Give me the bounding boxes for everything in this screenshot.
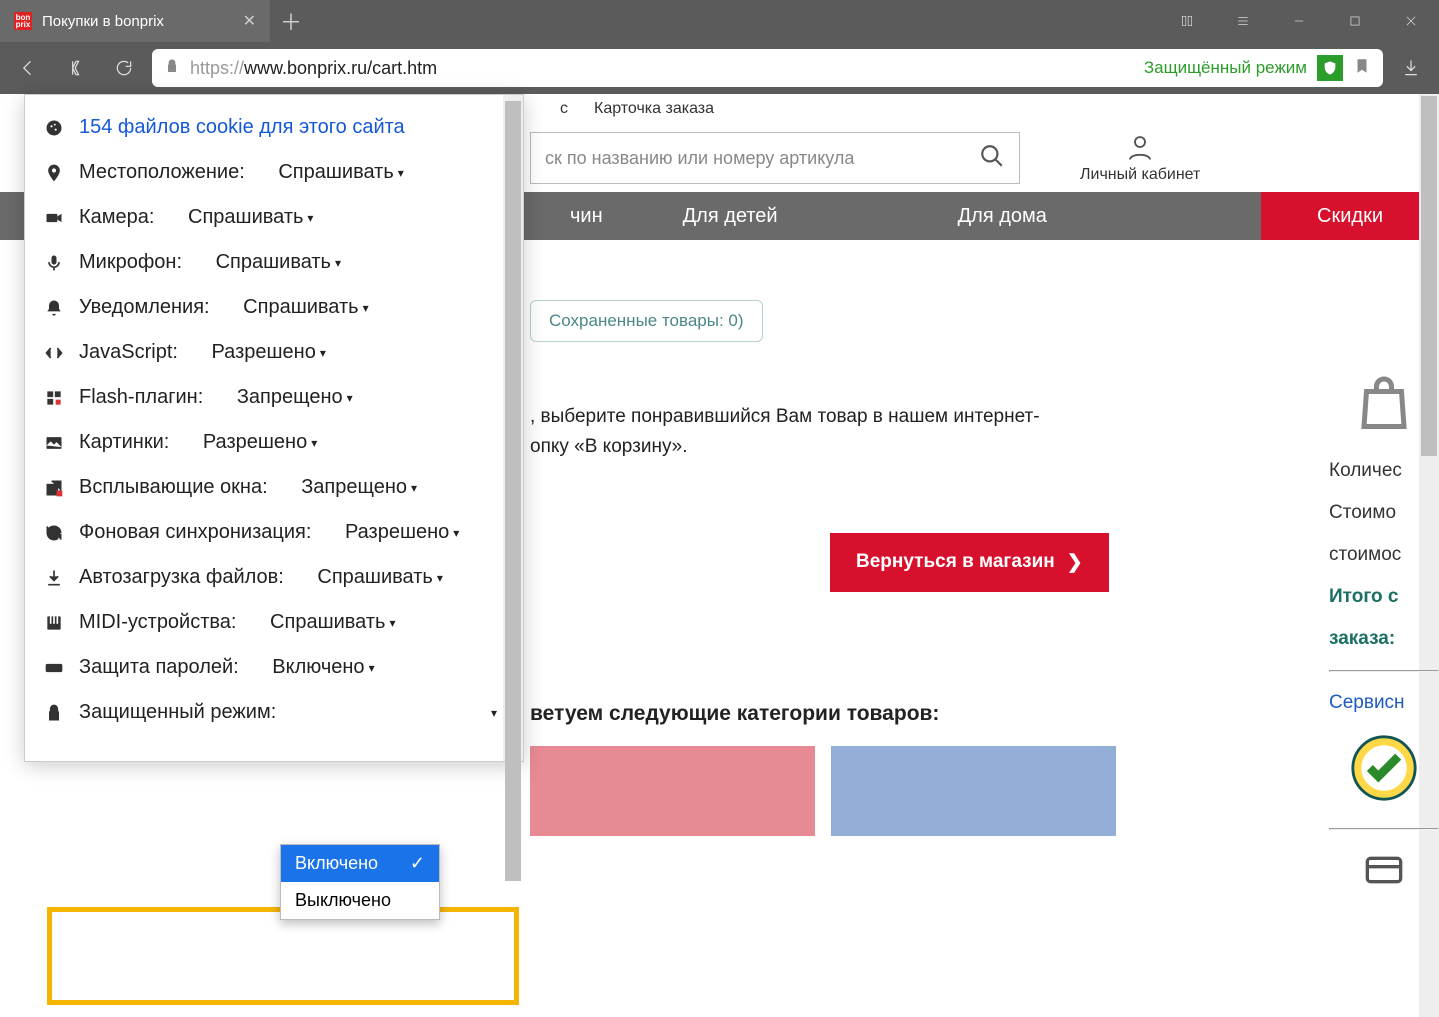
perm-row-popups[interactable]: Всплывающие окна: Запрещено▾ bbox=[25, 465, 523, 510]
card-icon bbox=[1358, 850, 1410, 896]
reading-mode-icon[interactable] bbox=[1159, 0, 1215, 42]
category-item[interactable]: Для дома bbox=[918, 192, 1087, 240]
new-tab-button[interactable]: ＋ bbox=[270, 0, 312, 42]
check-icon: ✓ bbox=[410, 853, 425, 874]
secure-mode-label: Защищённый режим bbox=[1144, 58, 1307, 78]
code-icon bbox=[43, 343, 65, 363]
perm-row-secure-mode[interactable]: Защищенный режим:▾ bbox=[25, 690, 523, 735]
bookmark-icon[interactable] bbox=[1353, 57, 1371, 80]
location-icon bbox=[43, 163, 65, 183]
lock-icon[interactable] bbox=[164, 58, 180, 79]
plugin-icon bbox=[43, 388, 65, 408]
midi-icon bbox=[43, 613, 65, 633]
recommendation-tile[interactable] bbox=[831, 746, 1116, 836]
saved-items-tab[interactable]: Сохраненные товары: 0) bbox=[530, 300, 763, 342]
dropdown-option-on[interactable]: Включено✓ bbox=[281, 845, 439, 882]
summary-cost-label: Стоимо bbox=[1329, 502, 1439, 524]
dropdown-option-off[interactable]: Выключено bbox=[281, 882, 439, 919]
search-placeholder: ск по названию или номеру артикула bbox=[545, 148, 854, 169]
password-icon bbox=[43, 658, 65, 678]
summary-qty-label: Количес bbox=[1329, 460, 1439, 482]
browser-toolbar: https://www.bonprix.ru/cart.htm Защищённ… bbox=[0, 42, 1439, 94]
perm-row-images[interactable]: Картинки: Разрешено▾ bbox=[25, 420, 523, 465]
minimize-button[interactable] bbox=[1271, 0, 1327, 42]
secure-mode-dropdown: Включено✓ Выключено bbox=[280, 844, 440, 920]
perm-row-flash[interactable]: Flash-плагин: Запрещено▾ bbox=[25, 375, 523, 420]
perm-row-microphone[interactable]: Микрофон: Спрашивать▾ bbox=[25, 240, 523, 285]
camera-icon bbox=[43, 208, 65, 228]
perm-row-password-protect[interactable]: Защита паролей: Включено▾ bbox=[25, 645, 523, 690]
search-input[interactable]: ск по названию или номеру артикула bbox=[530, 132, 1020, 184]
perm-row-auto-download[interactable]: Автозагрузка файлов: Спрашивать▾ bbox=[25, 555, 523, 600]
summary-order-label: заказа: bbox=[1329, 628, 1439, 650]
panel-scrollbar-thumb[interactable] bbox=[505, 101, 521, 881]
back-button[interactable] bbox=[8, 48, 48, 88]
popup-icon bbox=[43, 478, 65, 498]
lock-icon bbox=[43, 703, 65, 723]
recommendations-title: ветуем следующие категории товаров: bbox=[530, 702, 1439, 726]
empty-cart-message: , выберите понравившийся Вам товар в наш… bbox=[530, 402, 1439, 463]
cert-badge-icon bbox=[1350, 734, 1418, 808]
address-bar[interactable]: https://www.bonprix.ru/cart.htm Защищённ… bbox=[152, 49, 1383, 87]
order-summary-panel: Количес Стоимо стоимос Итого с заказа: С… bbox=[1329, 374, 1439, 896]
perm-row-camera[interactable]: Камера: Спрашивать▾ bbox=[25, 195, 523, 240]
category-item-sale[interactable]: Скидки bbox=[1261, 192, 1439, 240]
chevron-right-icon: ❯ bbox=[1067, 551, 1083, 574]
window-titlebar: bonprix Покупки в bonprix ✕ ＋ bbox=[0, 0, 1439, 42]
category-item[interactable]: чин bbox=[530, 192, 643, 240]
tab-title: Покупки в bonprix bbox=[42, 13, 164, 30]
divider bbox=[1329, 828, 1439, 830]
microphone-icon bbox=[43, 253, 65, 273]
downloads-button[interactable] bbox=[1391, 48, 1431, 88]
divider bbox=[1329, 670, 1439, 672]
perm-row-notifications[interactable]: Уведомления: Спрашивать▾ bbox=[25, 285, 523, 330]
account-link[interactable]: Личный кабинет bbox=[1080, 132, 1200, 184]
site-permissions-panel: 154 файлов cookie для этого сайта Местоп… bbox=[24, 94, 524, 762]
cookies-link[interactable]: 154 файлов cookie для этого сайта bbox=[25, 105, 523, 150]
cookies-text: 154 файлов cookie для этого сайта bbox=[79, 116, 405, 139]
bell-icon bbox=[43, 298, 65, 318]
yandex-home-button[interactable] bbox=[56, 48, 96, 88]
image-icon bbox=[43, 433, 65, 453]
summary-total-label: Итого с bbox=[1329, 586, 1439, 608]
bag-icon bbox=[1354, 374, 1414, 440]
perm-row-background-sync[interactable]: Фоновая синхронизация: Разрешено▾ bbox=[25, 510, 523, 555]
perm-row-location[interactable]: Местоположение: Спрашивать▾ bbox=[25, 150, 523, 195]
menu-icon[interactable] bbox=[1215, 0, 1271, 42]
reload-button[interactable] bbox=[104, 48, 144, 88]
topnav-link[interactable]: с bbox=[560, 100, 568, 118]
panel-scrollbar-track[interactable] bbox=[503, 95, 523, 761]
url-text: https://www.bonprix.ru/cart.htm bbox=[190, 58, 437, 79]
close-window-button[interactable] bbox=[1383, 0, 1439, 42]
recommendation-tile[interactable] bbox=[530, 746, 815, 836]
return-to-shop-button[interactable]: Вернуться в магазин❯ bbox=[830, 533, 1109, 592]
browser-tab[interactable]: bonprix Покупки в bonprix ✕ bbox=[0, 0, 270, 42]
close-tab-button[interactable]: ✕ bbox=[243, 11, 256, 31]
category-item[interactable]: Для детей bbox=[643, 192, 818, 240]
download-icon bbox=[43, 568, 65, 588]
perm-row-midi[interactable]: MIDI-устройства: Спрашивать▾ bbox=[25, 600, 523, 645]
cookie-icon bbox=[43, 118, 65, 138]
shield-icon[interactable] bbox=[1317, 55, 1343, 81]
topnav-link[interactable]: Карточка заказа bbox=[594, 100, 714, 118]
account-label: Личный кабинет bbox=[1080, 166, 1200, 184]
favicon-icon: bonprix bbox=[14, 12, 32, 30]
maximize-button[interactable] bbox=[1327, 0, 1383, 42]
service-link[interactable]: Сервисн bbox=[1329, 692, 1439, 714]
search-icon[interactable] bbox=[979, 143, 1005, 174]
sync-icon bbox=[43, 523, 65, 543]
person-icon bbox=[1125, 132, 1155, 162]
summary-cost2-label: стоимос bbox=[1329, 544, 1439, 566]
perm-row-javascript[interactable]: JavaScript: Разрешено▾ bbox=[25, 330, 523, 375]
